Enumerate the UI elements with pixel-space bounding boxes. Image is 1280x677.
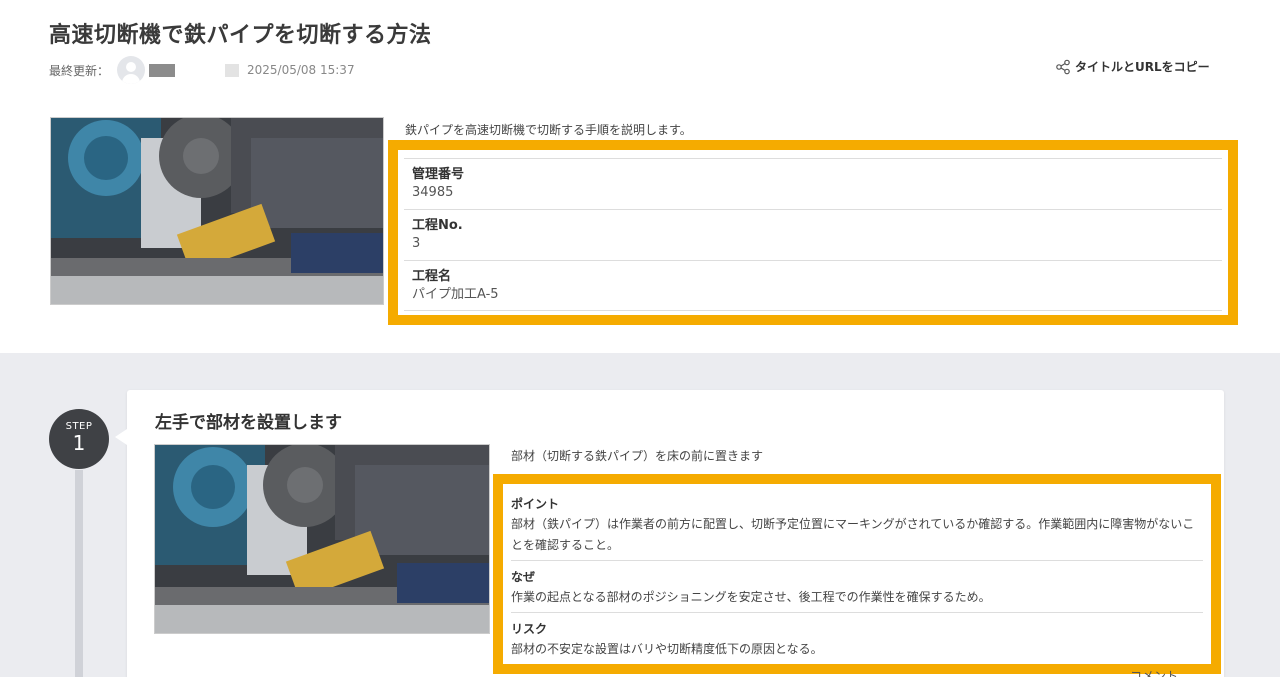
step-number: 1 — [72, 431, 86, 455]
info-value: 34985 — [412, 185, 454, 200]
update-meta: 最終更新： 2025/05/08 15:37 — [49, 55, 355, 85]
page-title: 高速切断機で鉄パイプを切断する方法 — [49, 23, 432, 48]
step-points: ポイント 部材（鉄パイプ）は作業者の前方に配置し、切断予定位置にマーキングがされ… — [493, 474, 1221, 674]
step-photo[interactable] — [154, 444, 490, 634]
point-label: ポイント — [511, 497, 560, 511]
user-avatar-icon[interactable] — [117, 56, 146, 84]
redacted-block — [225, 63, 240, 77]
info-row: 管理番号 34985 — [404, 158, 1222, 209]
point-text: 部材（鉄パイプ）は作業者の前方に配置し、切断予定位置にマーキングがされているか確… — [511, 517, 1195, 552]
info-label: 工程名 — [412, 269, 452, 284]
copy-label: タイトルとURLをコピー — [1075, 60, 1210, 74]
updated-label: 最終更新： — [49, 63, 110, 78]
share-icon — [1056, 59, 1070, 74]
step-title: 左手で部材を設置します — [155, 413, 342, 433]
point-text: 作業の起点となる部材のポジショニングを安定させ、後工程での作業性を確保するため。 — [511, 590, 991, 604]
point-item: なぜ 作業の起点となる部材のポジショニングを安定させ、後工程での作業性を確保する… — [511, 560, 1203, 612]
copy-title-url-button[interactable]: タイトルとURLをコピー — [1055, 58, 1210, 75]
point-item: リスク 部材の不安定な設置はバリや切断精度低下の原因となる。 — [511, 612, 1203, 664]
point-label: リスク — [511, 622, 548, 636]
info-label: 管理番号 — [412, 167, 465, 182]
info-label: 工程No. — [412, 218, 463, 233]
hero-photo[interactable] — [50, 117, 384, 305]
info-value: 3 — [412, 236, 421, 251]
point-text: 部材の不安定な設置はバリや切断精度低下の原因となる。 — [511, 642, 823, 656]
step-badge: STEP 1 — [49, 409, 109, 469]
page-description: 鉄パイプを高速切断機で切断する手順を説明します。 — [405, 123, 692, 137]
info-table: 管理番号 34985 工程No. 3 工程名 パイプ加工A-5 — [388, 140, 1238, 325]
info-row: 工程名 パイプ加工A-5 — [404, 260, 1222, 311]
updated-date: 2025/05/08 15:37 — [247, 63, 355, 77]
redacted-username — [149, 63, 176, 77]
point-label: なぜ — [511, 570, 536, 584]
card-pointer — [115, 429, 127, 445]
point-item: ポイント 部材（鉄パイプ）は作業者の前方に配置し、切断予定位置にマーキングがされ… — [511, 488, 1203, 560]
comment-button[interactable]: コメント — [1130, 667, 1178, 677]
timeline-line — [75, 470, 83, 677]
info-row: 工程No. 3 — [404, 209, 1222, 260]
info-value: パイプ加工A-5 — [412, 287, 499, 302]
step-description: 部材（切断する鉄パイプ）を床の前に置きます — [511, 449, 764, 463]
